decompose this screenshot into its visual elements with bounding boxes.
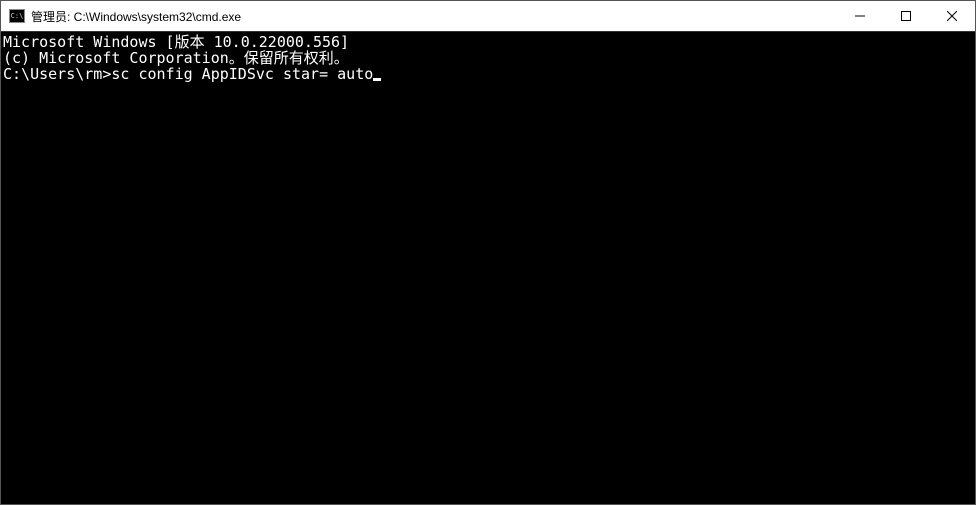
window-title: 管理员: C:\Windows\system32\cmd.exe: [31, 8, 241, 25]
copyright-line: (c) Microsoft Corporation。保留所有权利。: [3, 50, 973, 66]
terminal-content[interactable]: Microsoft Windows [版本 10.0.22000.556](c)…: [1, 31, 975, 504]
prompt-text: C:\Users\rm>: [3, 66, 111, 82]
prompt-line: C:\Users\rm>sc config AppIDSvc star= aut…: [3, 66, 973, 82]
titlebar-left: C:\ 管理员: C:\Windows\system32\cmd.exe: [9, 8, 241, 25]
maximize-button[interactable]: [883, 1, 929, 31]
page-footer-fragment: [0, 505, 976, 515]
close-icon: [947, 11, 957, 21]
cmd-icon: C:\: [9, 9, 25, 23]
maximize-icon: [901, 11, 911, 21]
close-button[interactable]: [929, 1, 975, 31]
version-line: Microsoft Windows [版本 10.0.22000.556]: [3, 34, 973, 50]
window-controls: [837, 1, 975, 31]
cmd-window: C:\ 管理员: C:\Windows\system32\cmd.exe: [0, 0, 976, 505]
titlebar[interactable]: C:\ 管理员: C:\Windows\system32\cmd.exe: [1, 1, 975, 31]
minimize-icon: [855, 11, 865, 21]
cursor: [373, 78, 381, 81]
minimize-button[interactable]: [837, 1, 883, 31]
command-text: sc config AppIDSvc star= auto: [111, 66, 373, 82]
